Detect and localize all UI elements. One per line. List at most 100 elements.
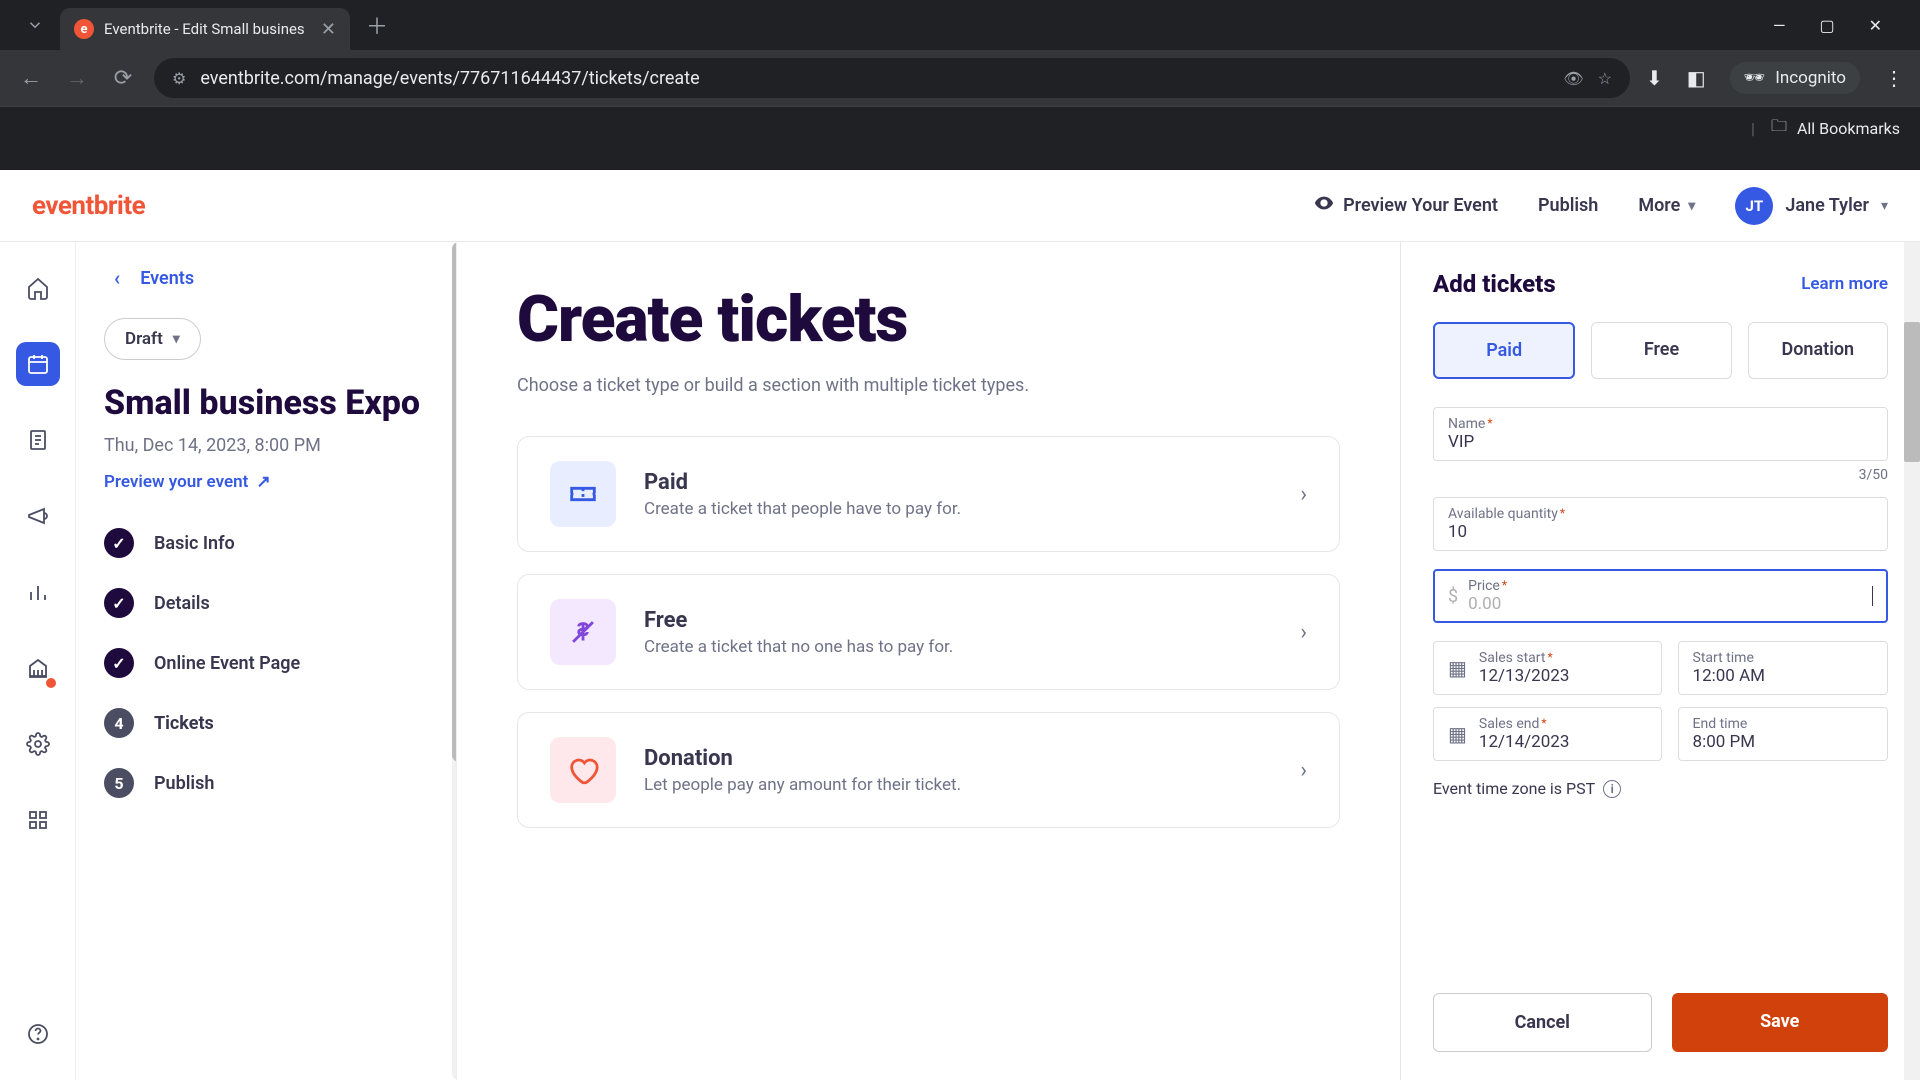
bookmarks-bar: | 🗀 All Bookmarks [0,106,1920,150]
more-menu[interactable]: More ▾ [1638,195,1695,216]
field-label: Available quantity [1448,506,1558,522]
panel-footer: Cancel Save [1433,969,1888,1052]
scrollbar[interactable] [1904,242,1920,1080]
sidebar-item-basic-info[interactable]: ✓ Basic Info [104,528,428,558]
tab-donation[interactable]: Donation [1748,322,1888,379]
time-value: 8:00 PM [1693,732,1873,752]
search-tabs-icon[interactable] [10,16,60,34]
icon-rail [0,242,76,1080]
back-label: Events [140,268,194,289]
app-root: eventbrite Preview Your Event Publish Mo… [0,170,1920,1080]
user-menu[interactable]: JT Jane Tyler ▾ [1735,187,1888,225]
more-label: More [1638,195,1680,216]
reports-icon[interactable] [16,570,60,614]
scrollbar-thumb[interactable] [1904,322,1920,462]
price-input[interactable] [1468,594,1771,614]
app-body: ‹ Events Draft ▾ Small business Expo Thu… [0,242,1920,1080]
no-money-icon [550,599,616,665]
home-icon[interactable] [16,266,60,310]
incognito-chip[interactable]: 🕶 Incognito [1730,62,1860,94]
preview-link-label: Preview your event [104,472,248,492]
ticket-title: Paid [644,470,1272,495]
minimize-icon[interactable]: — [1773,16,1786,35]
window-controls: — ▢ ✕ [1773,16,1910,35]
chevron-down-icon: ▾ [1881,198,1888,214]
chevron-right-icon: › [1300,758,1307,783]
chevron-down-icon: ▾ [173,331,180,347]
preview-label: Preview Your Event [1343,195,1498,216]
eye-icon [1313,192,1335,219]
tab-close-icon[interactable]: ✕ [321,19,336,40]
browser-menu-icon[interactable]: ⋮ [1884,66,1904,90]
reload-button[interactable]: ⟳ [108,66,138,91]
event-title: Small business Expo [104,384,428,423]
sales-end-row: ▦ Sales end* 12/14/2023 End time 8:00 PM [1433,707,1888,761]
end-time-field[interactable]: End time 8:00 PM [1678,707,1888,761]
url-field[interactable]: ⚙ eventbrite.com/manage/events/776711644… [154,58,1630,98]
settings-icon[interactable] [16,722,60,766]
price-field[interactable]: $ Price* [1433,569,1888,623]
sidebar-item-tickets[interactable]: 4 Tickets [104,708,428,738]
orders-icon[interactable] [16,418,60,462]
ticket-type-free[interactable]: Free Create a ticket that no one has to … [517,574,1340,690]
user-name: Jane Tyler [1785,195,1869,216]
ticket-icon [550,461,616,527]
panel-header: Add tickets Learn more [1433,270,1888,298]
publish-link[interactable]: Publish [1538,195,1598,216]
nav-label: Publish [154,773,214,794]
main-content: Create tickets Choose a ticket type or b… [456,242,1400,1080]
logo[interactable]: eventbrite [32,191,145,221]
side-panel-icon[interactable]: ◧ [1687,66,1706,90]
status-dropdown[interactable]: Draft ▾ [104,318,201,360]
calendar-icon: ▦ [1448,722,1467,746]
ticket-title: Free [644,608,1272,633]
learn-more-link[interactable]: Learn more [1801,274,1888,294]
date-value: 12/13/2023 [1479,666,1647,686]
bookmark-star-icon[interactable]: ☆ [1598,69,1612,88]
nav-label: Basic Info [154,533,235,554]
ticket-type-paid[interactable]: Paid Create a ticket that people have to… [517,436,1340,552]
close-window-icon[interactable]: ✕ [1869,16,1882,35]
browser-tab[interactable]: e Eventbrite - Edit Small busines ✕ [60,8,350,50]
external-link-icon: ↗ [256,472,270,492]
back-to-events[interactable]: ‹ Events [104,266,428,290]
preview-event-link[interactable]: Preview your event ↗ [104,472,428,492]
quantity-field[interactable]: Available quantity* [1433,497,1888,551]
sidebar-item-online-event[interactable]: ✓ Online Event Page [104,648,428,678]
check-icon: ✓ [104,588,134,618]
site-info-icon[interactable]: ⚙ [172,69,186,88]
tab-bar: e Eventbrite - Edit Small busines ✕ ＋ — … [0,0,1920,50]
address-bar: ← → ⟳ ⚙ eventbrite.com/manage/events/776… [0,50,1920,106]
finance-icon[interactable] [16,646,60,690]
help-icon[interactable] [16,1012,60,1056]
ticket-info: Paid Create a ticket that people have to… [644,470,1272,519]
ticket-type-donation[interactable]: Donation Let people pay any amount for t… [517,712,1340,828]
preview-your-event-link[interactable]: Preview Your Event [1313,192,1498,219]
save-button[interactable]: Save [1672,993,1889,1052]
cancel-button[interactable]: Cancel [1433,993,1652,1052]
forward-button: → [62,65,92,91]
check-icon: ✓ [104,648,134,678]
avatar: JT [1735,187,1773,225]
apps-icon[interactable] [16,798,60,842]
sidebar-item-publish[interactable]: 5 Publish [104,768,428,798]
back-button[interactable]: ← [16,65,46,91]
sales-end-field[interactable]: ▦ Sales end* 12/14/2023 [1433,707,1662,761]
new-tab-button[interactable]: ＋ [366,9,388,41]
tab-paid[interactable]: Paid [1433,322,1575,379]
marketing-icon[interactable] [16,494,60,538]
quantity-input[interactable] [1448,522,1873,542]
tab-free[interactable]: Free [1591,322,1731,379]
all-bookmarks-link[interactable]: All Bookmarks [1797,119,1900,138]
maximize-icon[interactable]: ▢ [1819,16,1834,35]
download-icon[interactable]: ⬇ [1646,66,1663,90]
notification-dot-icon [46,678,56,688]
name-input[interactable] [1448,432,1873,452]
name-field[interactable]: Name* [1433,407,1888,461]
start-time-field[interactable]: Start time 12:00 AM [1678,641,1888,695]
sales-start-field[interactable]: ▦ Sales start* 12/13/2023 [1433,641,1662,695]
sidebar-item-details[interactable]: ✓ Details [104,588,428,618]
visibility-icon[interactable]: 👁 [1563,69,1583,88]
info-icon[interactable]: i [1603,780,1621,798]
calendar-icon[interactable] [16,342,60,386]
